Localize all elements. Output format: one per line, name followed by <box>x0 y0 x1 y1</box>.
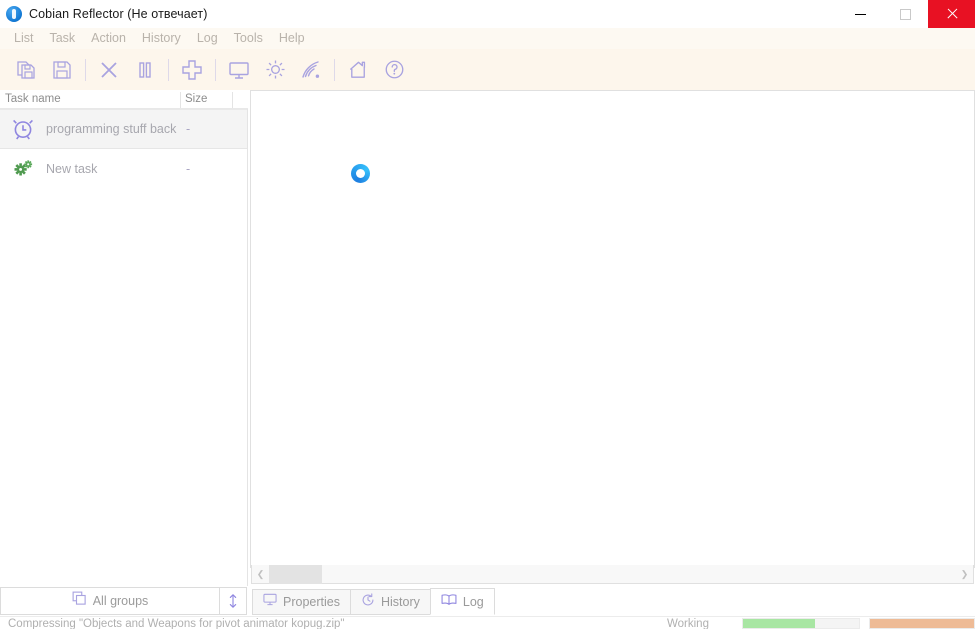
group-bar: All groups <box>0 587 247 615</box>
all-groups-button[interactable]: All groups <box>0 587 219 615</box>
title-bar: Cobian Reflector (Не отвечает) <box>0 0 975 28</box>
maximize-icon <box>900 8 911 20</box>
progress-fill <box>870 619 974 628</box>
home-icon <box>349 61 365 78</box>
toolbar <box>0 49 975 90</box>
scrollbar-thumb[interactable] <box>269 564 322 584</box>
menu-item-tools[interactable]: Tools <box>226 28 271 49</box>
monitor-icon <box>229 61 249 79</box>
toolbar-separator <box>334 58 335 81</box>
gear-icon <box>265 60 285 79</box>
cobian-reflector-window: Cobian Reflector (Не отвечает) List Task… <box>0 0 975 629</box>
save-button[interactable] <box>44 53 80 87</box>
table-row[interactable]: programming stuff back - <box>0 109 247 149</box>
scrollbar-track[interactable] <box>269 564 956 584</box>
signal-icon <box>302 60 320 78</box>
task-list-pane: Task name Size programming stuff back - <box>0 90 248 586</box>
menu-item-history[interactable]: History <box>134 28 189 49</box>
book-icon <box>441 593 457 611</box>
menu-item-action[interactable]: Action <box>83 28 134 49</box>
column-divider[interactable] <box>180 92 181 108</box>
maximize-button[interactable] <box>883 0 928 28</box>
minimize-button[interactable] <box>838 0 883 28</box>
toolbar-separator <box>215 58 216 81</box>
loading-spinner-icon <box>351 164 370 183</box>
chevron-left-icon[interactable]: ❮ <box>252 565 269 584</box>
menu-item-log[interactable]: Log <box>189 28 226 49</box>
task-list-header: Task name Size <box>0 90 248 109</box>
table-row[interactable]: New task - <box>0 149 247 189</box>
remote-button[interactable] <box>293 53 329 87</box>
tab-history[interactable]: History <box>349 589 431 615</box>
alarm-clock-icon <box>6 116 40 142</box>
gears-icon <box>6 156 40 182</box>
monitor-icon <box>263 593 277 611</box>
progress-bar-secondary <box>869 618 975 629</box>
close-icon <box>946 8 958 20</box>
remove-task-button[interactable] <box>91 53 127 87</box>
tab-label: Properties <box>283 595 340 609</box>
cobian-app-icon <box>6 6 22 22</box>
history-clock-icon <box>361 592 375 612</box>
window-title: Cobian Reflector (Не отвечает) <box>29 7 208 21</box>
toolbar-separator <box>168 58 169 81</box>
tab-label: Log <box>462 594 484 609</box>
vertical-resize-icon <box>229 594 237 608</box>
task-name-label: programming stuff back <box>46 122 177 136</box>
menu-item-list[interactable]: List <box>6 28 41 49</box>
detail-tabs: Properties History Log <box>252 588 495 615</box>
column-divider[interactable] <box>232 92 233 108</box>
progress-bar-primary <box>742 618 860 629</box>
copy-layers-icon <box>72 591 87 611</box>
task-size-label: - <box>186 122 191 136</box>
close-task-icon <box>101 61 117 78</box>
detail-panel <box>250 90 975 568</box>
column-header-size[interactable]: Size <box>185 90 207 109</box>
status-state: Working <box>667 618 709 629</box>
status-message: Compressing "Objects and Weapons for piv… <box>8 618 345 629</box>
tab-properties[interactable]: Properties <box>252 589 351 615</box>
minimize-icon <box>855 13 866 15</box>
copy-task-icon <box>17 60 35 79</box>
tab-label: History <box>380 595 420 609</box>
status-bar: Compressing "Objects and Weapons for piv… <box>0 616 975 629</box>
menu-bar: List Task Action History Log Tools Help <box>0 28 975 49</box>
task-size-label: - <box>186 162 191 176</box>
column-header-task-name[interactable]: Task name <box>5 90 61 109</box>
all-groups-label: All groups <box>92 594 149 608</box>
group-resize-button[interactable] <box>219 587 247 615</box>
chevron-right-icon[interactable]: ❯ <box>956 565 973 584</box>
copy-task-button[interactable] <box>8 53 44 87</box>
toolbar-separator <box>85 58 86 81</box>
add-task-button[interactable] <box>174 53 210 87</box>
pause-button[interactable] <box>127 53 163 87</box>
tab-log[interactable]: Log <box>429 588 495 615</box>
help-button[interactable] <box>376 53 412 87</box>
options-button[interactable] <box>257 53 293 87</box>
detail-horizontal-scrollbar[interactable]: ❮ ❯ <box>251 564 974 584</box>
task-name-label: New task <box>46 162 98 176</box>
progress-fill <box>743 619 815 628</box>
save-icon <box>53 60 71 79</box>
properties-button[interactable] <box>221 53 257 87</box>
pause-icon <box>139 61 151 78</box>
close-button[interactable] <box>928 0 975 28</box>
menu-item-help[interactable]: Help <box>271 28 313 49</box>
menu-item-task[interactable]: Task <box>41 28 83 49</box>
help-icon <box>385 60 403 79</box>
window-controls <box>838 0 975 28</box>
add-task-icon <box>182 59 202 80</box>
home-button[interactable] <box>340 53 376 87</box>
